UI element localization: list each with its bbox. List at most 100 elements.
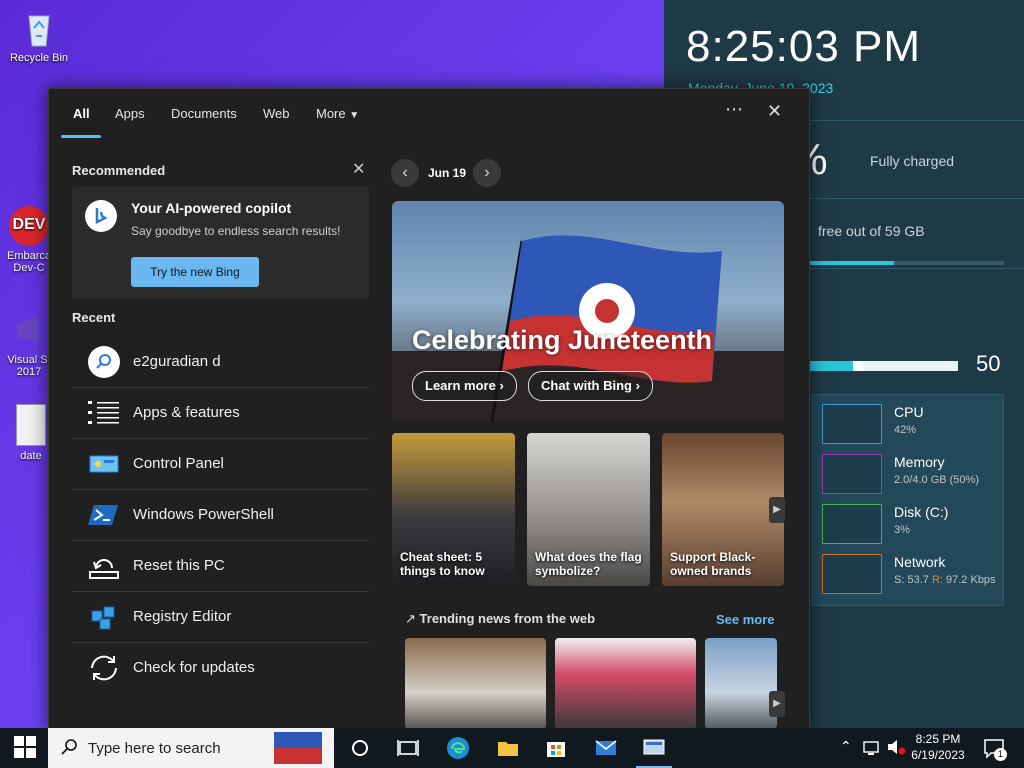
taskbar-clock[interactable]: 8:25 PM 6/19/2023 [906,732,970,762]
edge-browser-icon[interactable] [446,736,470,760]
perf-value: 2.0/4.0 GB (50%) [894,474,979,486]
chevron-left-icon: ‹ [402,164,408,181]
recent-item-control-panel[interactable]: Control Panel [72,439,369,490]
visual-studio-icon [9,310,49,350]
chat-bing-button[interactable]: Chat with Bing › [528,371,653,401]
more-options-icon[interactable]: ⋯ [725,99,743,120]
file-explorer-icon[interactable] [496,736,520,760]
recent-item-check-updates[interactable]: Check for updates [72,643,369,693]
network-icon[interactable] [862,736,880,760]
copilot-title: Your AI-powered copilot [131,200,292,216]
perf-cpu[interactable]: CPU 42% [814,404,1004,444]
desktop-icon-label: Embarca Dev-C [6,250,52,274]
recommended-title: Recommended [72,163,166,178]
hero-card[interactable]: Celebrating Juneteenth Learn more › Chat… [392,201,784,421]
desktop-icon-label: Recycle Bin [9,52,69,64]
widget-time: 8:25:03 PM [686,22,922,71]
cortana-icon[interactable] [348,736,372,760]
devcpp-icon: DEV [9,206,49,246]
perf-value: 42% [894,424,917,436]
tab-apps[interactable]: Apps [115,106,145,121]
news-card-caption: What does the flag symbolize? [535,550,642,578]
see-more-link[interactable]: See more [716,612,775,627]
network-graph [822,554,882,594]
search-tabs: All Apps Documents Web More ▼ ⋯ ✕ [49,89,809,139]
try-bing-button[interactable]: Try the new Bing [131,257,259,287]
start-windows-icon[interactable] [14,736,38,760]
trending-icon: ↗ [405,611,416,626]
learn-more-button[interactable]: Learn more › [412,371,517,401]
volume-slider-fill [808,361,853,371]
news-card-cheat-sheet[interactable]: Cheat sheet: 5 things to know [392,433,515,586]
juneteenth-highlight-icon[interactable] [274,732,322,764]
perf-disk[interactable]: Disk (C:) 3% [814,504,1004,544]
recent-item-label: Reset this PC [133,557,225,574]
news-card-caption: Cheat sheet: 5 things to know [400,550,485,578]
chat-bing-label: Chat with Bing [541,378,632,393]
perf-name: CPU [894,404,924,420]
recent-item-reset-pc[interactable]: Reset this PC [72,541,369,592]
close-icon[interactable]: ✕ [767,101,782,122]
recent-item-label: Check for updates [133,659,255,676]
reset-icon [88,550,120,582]
taskbar-search-box[interactable]: Type here to search [48,728,334,768]
text-file-icon [16,404,46,446]
trending-item-1[interactable] [405,638,546,729]
network-recv-label: R: [931,574,943,586]
recent-item-label: e2guradian d [133,353,221,370]
chevron-down-icon: ▼ [349,110,360,121]
bing-logo-icon [85,200,117,232]
battery-status: Fully charged [870,153,955,169]
trending-item-2[interactable] [555,638,696,729]
tab-more[interactable]: More ▼ [316,106,359,121]
cards-next-arrow-icon[interactable]: ▶ [769,497,785,523]
disk-graph [822,504,882,544]
chevron-right-icon: › [635,378,640,393]
perf-value: 3% [894,524,910,536]
next-date-button[interactable]: › [473,159,501,187]
perf-memory[interactable]: Memory 2.0/4.0 GB (50%) [814,454,1004,494]
recent-item-apps-features[interactable]: Apps & features [72,388,369,439]
news-card-flag-symbol[interactable]: What does the flag symbolize? [527,433,650,586]
task-view-icon[interactable] [396,736,420,760]
perf-network[interactable]: Network S: 53.7 R: 97.2 Kbps [814,554,1004,594]
recent-item-registry-editor[interactable]: Registry Editor [72,592,369,643]
volume-slider-thumb[interactable] [853,361,863,371]
app-window-icon[interactable] [642,736,666,760]
recent-item-label: Apps & features [133,404,240,421]
search-icon [88,346,120,378]
trending-title-text: Trending news from the web [419,611,596,626]
tab-web[interactable]: Web [263,106,290,121]
notification-center-icon[interactable]: 1 [982,736,1007,761]
microsoft-store-icon[interactable] [544,736,568,760]
chevron-up-icon[interactable]: ⌃ [840,738,852,755]
control-panel-icon [88,448,120,480]
tab-all[interactable]: All [73,106,90,121]
desktop-icon-label: date [20,450,42,462]
desktop-icon-recycle-bin[interactable]: Recycle Bin [4,8,74,64]
trending-title: ↗ Trending news from the web [405,611,595,627]
recent-item-label: Windows PowerShell [133,506,274,523]
trending-next-arrow-icon[interactable]: ▶ [769,691,785,717]
tab-documents[interactable]: Documents [171,106,237,121]
date-nav-label: Jun 19 [428,166,467,180]
search-placeholder: Type here to search [88,740,221,757]
recycle-bin-icon [19,8,59,48]
trending-item-3[interactable] [705,638,777,729]
chevron-right-icon: › [499,378,504,393]
update-icon [88,652,120,684]
network-send-value: 53.7 [907,574,929,586]
list-icon [88,397,120,429]
mail-icon[interactable] [594,736,618,760]
news-card-black-owned[interactable]: Support Black-owned brands [662,433,784,586]
cpu-graph [822,404,882,444]
prev-date-button[interactable]: ‹ [391,159,419,187]
recent-item-search[interactable]: e2guradian d [72,337,369,388]
copilot-card[interactable]: Your AI-powered copilot Say goodbye to e… [72,187,369,299]
dismiss-recommended-icon[interactable]: ✕ [352,159,365,179]
disk-free-text: free out of 59 GB [818,223,925,239]
volume-muted-icon[interactable] [886,736,906,760]
volume-slider[interactable] [808,361,958,371]
learn-more-label: Learn more [425,378,496,393]
recent-item-powershell[interactable]: Windows PowerShell [72,490,369,541]
